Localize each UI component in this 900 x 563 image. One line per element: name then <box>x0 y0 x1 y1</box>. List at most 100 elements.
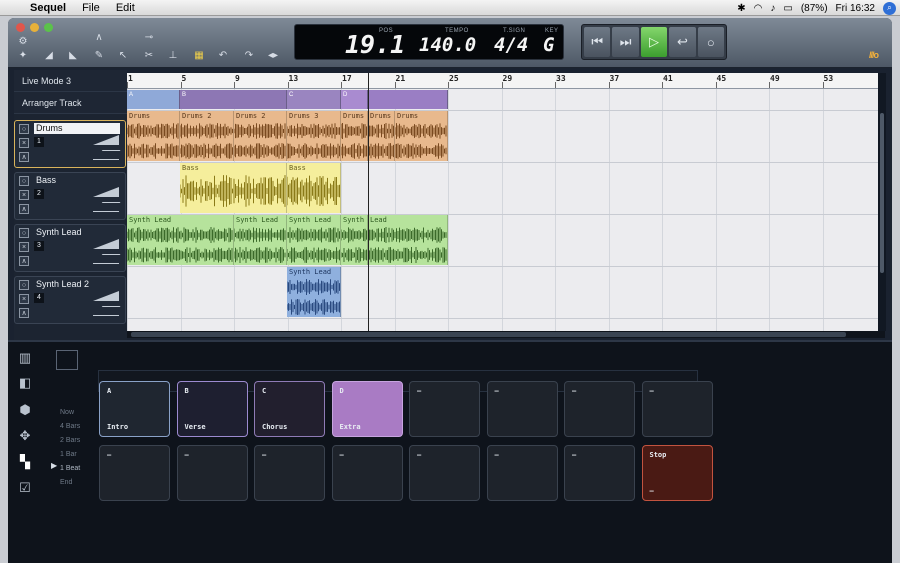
mute-icon[interactable]: ○ <box>19 124 29 134</box>
mute-icon[interactable]: ○ <box>19 176 29 186</box>
fade-out-icon[interactable]: ◣ <box>66 50 80 61</box>
scene-pad[interactable]: – <box>486 381 558 437</box>
scene-pad[interactable]: – <box>331 445 403 501</box>
clip-synth[interactable]: Synth <box>341 215 368 265</box>
lane-synth-lead-2[interactable] <box>127 266 878 318</box>
clip-synth[interactable]: Synth Lead <box>127 215 234 265</box>
envelope-icon[interactable] <box>93 203 119 212</box>
timeline-ruler[interactable]: 1 5 9 13 17 21 25 29 33 37 41 45 49 53 <box>127 73 878 89</box>
clip-synth2[interactable]: Synth Lead <box>287 267 341 317</box>
clip-drums[interactable]: Drums <box>127 111 180 161</box>
mute-icon[interactable]: ○ <box>19 280 29 290</box>
clock[interactable]: Fri 16:32 <box>836 3 875 14</box>
redo-icon[interactable]: ↷ <box>242 50 256 61</box>
track-header[interactable]: ○ × ∧ Synth Lead 2 4 <box>14 276 126 324</box>
track-header[interactable]: ○ × ∧ Synth Lead 3 <box>14 224 126 272</box>
quant-1-bar[interactable]: 1 Bar <box>60 448 80 462</box>
clip-bass[interactable]: Bass <box>287 163 341 213</box>
pad-layout-icon[interactable] <box>56 350 78 370</box>
bluetooth-icon[interactable]: ✱ <box>737 3 745 14</box>
clip-bass[interactable]: Bass <box>180 163 287 213</box>
scene-pad[interactable]: – <box>176 445 248 501</box>
quantize-icon[interactable]: ⊥ <box>166 50 180 61</box>
pointer-icon[interactable]: ↖ <box>116 50 130 61</box>
lane-empty[interactable] <box>127 318 878 331</box>
scene-pad[interactable]: – <box>409 381 480 437</box>
scene-pad[interactable]: – <box>99 445 170 501</box>
arranger-section[interactable]: A <box>127 90 180 109</box>
arranger-section[interactable]: C <box>287 90 341 109</box>
pads-icon[interactable]: ▚ <box>17 454 33 470</box>
track-name[interactable]: Drums <box>34 123 120 134</box>
mixer-icon[interactable]: ▥ <box>17 350 33 366</box>
track-header[interactable]: ○ × ∧ Bass 2 <box>14 172 126 220</box>
instrument-icon[interactable]: ⬢ <box>17 402 33 418</box>
envelope-icon[interactable] <box>93 151 119 160</box>
close-button[interactable] <box>16 23 25 32</box>
volume-slider[interactable] <box>93 291 119 301</box>
track-name[interactable]: Synth Lead 2 <box>34 279 120 290</box>
quant-1-beat[interactable]: 1 Beat <box>60 462 80 476</box>
volume-slider[interactable] <box>93 187 119 197</box>
scene-pad[interactable]: – <box>564 381 635 437</box>
position-value[interactable]: 19.1 <box>345 30 405 59</box>
scene-pad[interactable]: D Extra <box>331 381 403 437</box>
stop-pad[interactable]: Stop – <box>641 445 713 501</box>
rewind-button[interactable]: ⏮ <box>584 27 611 57</box>
automation-icon[interactable]: ∧ <box>19 256 29 266</box>
fade-in-icon[interactable]: ◢ <box>42 50 56 61</box>
solo-icon[interactable]: × <box>19 138 29 148</box>
checklist-icon[interactable]: ☑ <box>17 480 33 496</box>
settings-icon[interactable]: ⚙ <box>16 36 30 47</box>
clip-drums[interactable]: Drums <box>341 111 368 161</box>
arranger-grid[interactable]: 1 5 9 13 17 21 25 29 33 37 41 45 49 53 ABCD Drums Drum… <box>127 73 878 331</box>
clip-drums[interactable]: Drums 2 <box>234 111 287 161</box>
zoom-button[interactable] <box>44 23 53 32</box>
clip-drums[interactable]: Drums 3 <box>287 111 341 161</box>
tempo-value[interactable]: 140.0 <box>419 34 476 56</box>
editor-icon[interactable]: ◧ <box>17 375 33 391</box>
scene-pad[interactable]: – <box>409 445 480 501</box>
automation-icon[interactable]: ∧ <box>19 204 29 214</box>
track-header[interactable]: ○ × ∧ Drums 1 <box>14 120 126 168</box>
edit-icon[interactable]: ✎ <box>92 50 106 61</box>
clip-synth[interactable]: Synth Lead <box>287 215 341 265</box>
solo-icon[interactable]: × <box>19 294 29 304</box>
horizontal-scrollbar[interactable] <box>127 331 885 338</box>
menu-file[interactable]: File <box>74 2 108 14</box>
clip-synth[interactable]: Lead <box>368 215 448 265</box>
spotlight-icon[interactable]: ⌕ <box>883 1 896 15</box>
automation-icon[interactable]: ∧ <box>19 152 29 162</box>
live-mode-label[interactable]: Live Mode 3 <box>14 70 127 92</box>
loop-button[interactable]: ↩ <box>669 27 696 57</box>
mute-icon[interactable]: ○ <box>19 228 29 238</box>
menu-edit[interactable]: Edit <box>108 2 143 14</box>
track-name[interactable]: Synth Lead <box>34 227 120 238</box>
track-name[interactable]: Bass <box>34 175 120 186</box>
arranger-section[interactable]: B <box>180 90 287 109</box>
nudge-icon[interactable]: ◂▸ <box>266 50 280 61</box>
scene-pad[interactable]: – <box>486 445 558 501</box>
gear-small-icon[interactable]: ✦ <box>16 50 30 61</box>
minimize-button[interactable] <box>30 23 39 32</box>
envelope-icon[interactable] <box>93 255 119 264</box>
crossfade-icon[interactable]: ⊸ <box>142 32 156 43</box>
app-menu[interactable]: Sequel <box>22 2 74 14</box>
quant-4-bars[interactable]: 4 Bars <box>60 420 80 434</box>
scene-pad[interactable]: A Intro <box>99 381 170 437</box>
wifi-icon[interactable]: ◠ <box>754 3 763 14</box>
grid-icon[interactable]: ▦ <box>192 50 206 61</box>
scissors-icon[interactable]: ✂ <box>142 50 156 61</box>
scene-pad[interactable]: – <box>641 381 713 437</box>
scene-pad[interactable]: C Chorus <box>254 381 325 437</box>
arranger-track-label[interactable]: Arranger Track <box>14 92 127 114</box>
solo-icon[interactable]: × <box>19 242 29 252</box>
playhead[interactable] <box>368 73 369 331</box>
solo-icon[interactable]: × <box>19 190 29 200</box>
clip-drums[interactable]: Drums <box>395 111 448 161</box>
quant-end[interactable]: End <box>60 476 80 490</box>
clip-drums[interactable]: Drums 2 <box>180 111 234 161</box>
record-button[interactable]: ○ <box>697 27 725 57</box>
quant-now[interactable]: Now <box>60 406 80 420</box>
scene-pad[interactable]: – <box>564 445 635 501</box>
